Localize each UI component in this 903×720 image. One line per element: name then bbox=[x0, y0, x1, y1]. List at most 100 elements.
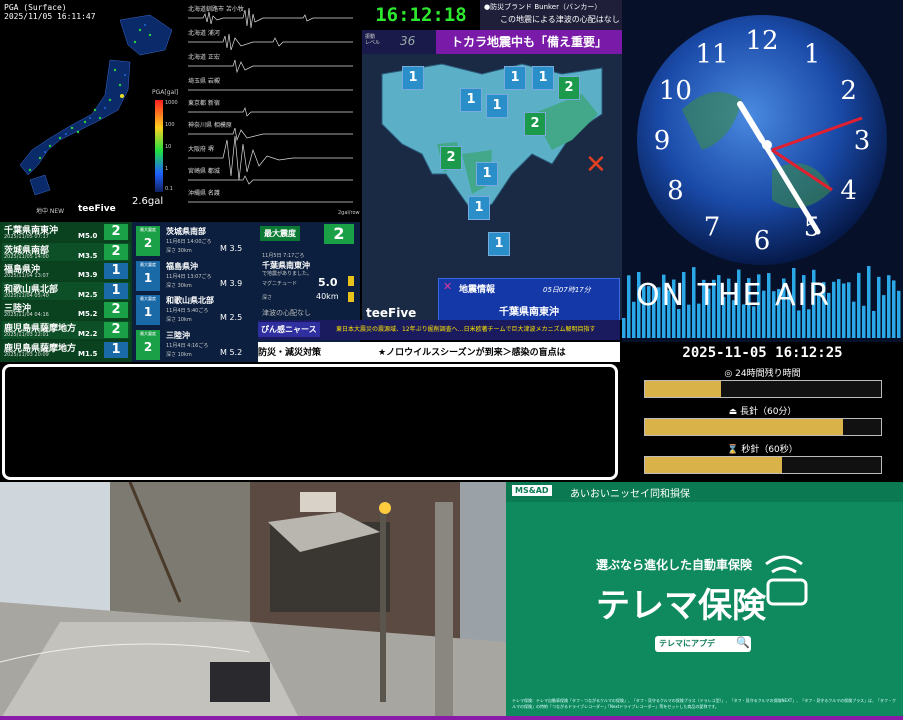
intensity-marker: 1 bbox=[504, 66, 526, 90]
quake-info-title: 地震情報 bbox=[459, 285, 496, 295]
detail-intensity-badge: 最大震度 1 bbox=[136, 295, 160, 325]
station-label: 北海道 浦河 bbox=[188, 30, 220, 37]
quake-detail-item: 最大震度 1 福島県沖 11月4日 13:07ごろ 深さ 30km M 3.9 bbox=[134, 259, 256, 295]
epicenter-icon: ✕ bbox=[585, 150, 607, 180]
depth-label: 深さ bbox=[262, 295, 273, 301]
magnitude-value: 5.0 bbox=[318, 276, 338, 289]
progress-fill bbox=[645, 457, 782, 473]
intensity-marker: 1 bbox=[460, 88, 482, 112]
quake-list-item: 千葉県南東沖 2025/11/05 07:17 M5.0 2 bbox=[2, 223, 130, 241]
station-label: 埼玉県 岩槻 bbox=[188, 78, 220, 85]
quake-intensity-badge: 1 bbox=[104, 282, 128, 299]
intensity-marker: 2 bbox=[524, 112, 546, 136]
tsunami-status: この地震による津波の心配はなし bbox=[500, 15, 620, 24]
detail-intensity-badge: 最大震度 2 bbox=[136, 329, 160, 360]
quake-date: 2025/11/04 04:16 bbox=[4, 312, 49, 319]
ad-company: あいおいニッセイ同和損保 bbox=[570, 489, 690, 500]
quake-info-box: ✕ 地震情報 05日07時17分 千葉県南東沖 bbox=[438, 278, 620, 322]
equalizer-bar bbox=[892, 280, 896, 338]
quake-magnitude: M1.5 bbox=[78, 349, 98, 358]
station-label: 大阪府 堺 bbox=[188, 146, 214, 153]
colorbar-tick: 1000 bbox=[165, 100, 178, 106]
intensity-marker: 2 bbox=[440, 146, 462, 170]
ad-search-label[interactable]: テレマにアプデ bbox=[659, 638, 715, 649]
quake-magnitude: M3.5 bbox=[78, 251, 98, 260]
max-intensity-value: 2 bbox=[324, 224, 354, 244]
news-ticker: ぴん感ニャース 東日本大震災の震源域、12年ぶり掘削調査へ…日米欧著チームで巨大… bbox=[258, 320, 620, 340]
quake-info-time: 05日07時17分 bbox=[543, 286, 591, 294]
clock-number: 2 bbox=[840, 76, 857, 106]
datetime-readout: 2025-11-05 16:12:25 bbox=[622, 342, 903, 364]
clock-number: 10 bbox=[659, 76, 692, 106]
progress-label-text: 長針（60分） bbox=[739, 407, 797, 417]
quake-intensity-badge: 2 bbox=[104, 322, 128, 338]
clock-number: 12 bbox=[745, 26, 778, 56]
detail-depth: 深さ 10km bbox=[166, 351, 192, 358]
quake-list-item: 茨城県南部 2025/11/05 14:00 M3.5 2 bbox=[2, 242, 130, 261]
progress-label: ◎ 24時間残り時間 bbox=[622, 366, 903, 379]
max-intensity-note: で地震がありました。 bbox=[262, 271, 313, 277]
earthquake-list: 千葉県南東沖 2025/11/05 07:17 M5.0 2 茨城県南部 2025/11/… bbox=[0, 222, 132, 362]
quake-date: 2025/11/03 22:01 bbox=[4, 332, 49, 338]
detail-place: 三陸沖 bbox=[166, 330, 190, 340]
detail-magnitude: M 3.9 bbox=[220, 278, 243, 288]
digital-clock: 16:12:18 bbox=[362, 0, 480, 30]
ad-logo: MS&AD bbox=[512, 485, 552, 496]
pga-gal-value: 2.6gal bbox=[132, 196, 164, 207]
equalizer-bar bbox=[857, 272, 861, 338]
bunker-sponsor: ●防災ブランド Bunker（バンカー） bbox=[484, 3, 602, 11]
bottom-ticker: 防災・減災対策 ★ノロウイルスシーズンが到来＞感染の盲点は bbox=[258, 342, 620, 362]
bunker-banner: ●防災ブランド Bunker（バンカー） この地震による津波の心配はなし bbox=[480, 0, 622, 30]
detail-intensity-cap: 最大震度 bbox=[140, 330, 156, 336]
detail-time: 11月4日 13:07ごろ bbox=[166, 273, 212, 280]
max-intensity-label: 最大震度 bbox=[260, 226, 300, 241]
quake-detail-item: 最大震度 2 茨城県南部 11月6日 14:00ごろ 深さ 30km M 3.5 bbox=[134, 224, 256, 260]
progress-bar bbox=[644, 418, 882, 436]
equalizer-bar bbox=[872, 310, 876, 338]
search-icon[interactable]: 🔍 bbox=[736, 636, 750, 649]
earthquake-detail-list: 最大震度 2 茨城県南部 11月6日 14:00ごろ 深さ 30km M 3.5 最大震度 1… bbox=[132, 222, 258, 362]
colorbar-tick: 0.1 bbox=[165, 186, 173, 192]
pga-colorbar bbox=[155, 100, 163, 192]
intensity-marker: 1 bbox=[468, 196, 490, 220]
intensity-marker: 1 bbox=[486, 94, 508, 118]
colorbar-tick: 100 bbox=[165, 122, 175, 128]
quake-intensity-badge: 2 bbox=[104, 243, 128, 260]
pga-header: PGA (Surface) 2025/11/05 16:11:47 bbox=[4, 3, 96, 21]
shaking-level-label: 振動 レベル bbox=[365, 34, 381, 46]
equalizer-bar bbox=[627, 275, 631, 338]
quake-magnitude: M2.2 bbox=[78, 330, 98, 338]
quake-intensity-badge: 1 bbox=[104, 341, 128, 358]
quake-list-item: 鹿児島県薩摩地方 2025/11/03 20:09 M1.5 1 bbox=[2, 340, 130, 359]
equalizer-bar bbox=[677, 309, 681, 338]
intensity-marker: 1 bbox=[402, 66, 424, 90]
ad-header bbox=[506, 482, 903, 502]
equalizer-bar bbox=[842, 283, 846, 338]
teefive-logo: teeFive bbox=[366, 306, 417, 320]
colorbar-tick: 10 bbox=[165, 144, 172, 150]
progress-bar bbox=[644, 380, 882, 398]
live-camera-feed bbox=[0, 482, 506, 720]
equalizer-bar bbox=[882, 295, 886, 338]
clock-number: 9 bbox=[654, 126, 671, 156]
depth-value: 40km bbox=[316, 292, 339, 301]
equalizer-bar bbox=[877, 276, 881, 338]
clock-number: 7 bbox=[704, 213, 721, 243]
pga-title: PGA (Surface) bbox=[4, 3, 67, 12]
clock-number: 4 bbox=[840, 176, 857, 206]
detail-intensity-value: 1 bbox=[143, 305, 153, 319]
bottom-accent-bar bbox=[0, 716, 903, 720]
quake-detail-item: 最大震度 1 和歌山県北部 11月4日 5:40ごろ 深さ 10km M 2.5 bbox=[134, 293, 256, 329]
seismograph-panel: PGA (Surface) 2025/11/05 16:11:47 PGA[ga… bbox=[0, 0, 362, 222]
station-label: 宮崎県 都城 bbox=[188, 168, 220, 175]
equalizer-bar bbox=[622, 318, 626, 338]
progress-label: ⏏ 長針（60分） bbox=[622, 404, 903, 417]
detail-place: 茨城県南部 bbox=[166, 227, 206, 236]
quake-date: 2025/11/04 13:07 bbox=[4, 273, 49, 280]
tsunami-note: 津波の心配なし bbox=[262, 309, 311, 317]
quake-detail-item: 最大震度 2 三陸沖 11月4日 4:16ごろ 深さ 10km M 5.2 bbox=[134, 328, 256, 364]
quake-list-item: 鹿児島県薩摩地方 2025/11/03 22:01 M2.2 2 bbox=[2, 321, 130, 339]
detail-intensity-cap: 最大震度 bbox=[140, 261, 156, 267]
detail-intensity-value: 1 bbox=[143, 270, 153, 285]
quake-magnitude: M5.0 bbox=[78, 232, 98, 240]
